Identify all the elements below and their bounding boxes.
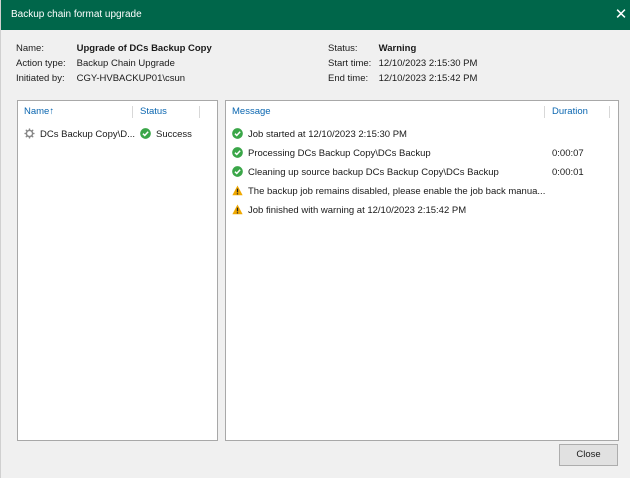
log-row[interactable]: Processing DCs Backup Copy\DCs Backup 0:… (232, 146, 612, 162)
log-row[interactable]: Cleaning up source backup DCs Backup Cop… (232, 165, 612, 181)
session-summary: Name: Upgrade of DCs Backup Copy Action … (16, 42, 630, 92)
status-value: Warning (378, 43, 417, 54)
column-divider[interactable] (199, 106, 200, 118)
end-time-value: 12/10/2023 2:15:42 PM (378, 73, 478, 84)
log-row[interactable]: Job started at 12/10/2023 2:15:30 PM (232, 127, 612, 143)
column-divider[interactable] (132, 106, 133, 118)
start-time-label: Start time: (328, 58, 372, 69)
column-header-message[interactable]: Message (232, 101, 271, 123)
success-icon (140, 128, 151, 139)
log-duration: 0:00:07 (552, 148, 584, 159)
success-icon (232, 128, 243, 139)
warning-icon (232, 185, 243, 196)
column-divider[interactable] (609, 106, 610, 118)
objects-panel[interactable]: Name↑ Status DCs Backup Copy\D... Succes… (17, 100, 218, 441)
log-panel[interactable]: Message Duration Job started at 12/10/20… (225, 100, 619, 441)
column-header-status[interactable]: Status (140, 101, 167, 123)
gear-icon (24, 128, 35, 139)
name-value: Upgrade of DCs Backup Copy (76, 43, 212, 54)
success-icon (232, 147, 243, 158)
object-row[interactable]: DCs Backup Copy\D... Success (24, 127, 210, 143)
close-button[interactable]: Close (559, 444, 618, 466)
close-icon[interactable]: ✕ (611, 5, 630, 25)
log-message: Job finished with warning at 12/10/2023 … (248, 205, 467, 216)
window-title: Backup chain format upgrade (11, 9, 142, 20)
title-bar: Backup chain format upgrade ✕ (1, 0, 630, 30)
column-header-duration[interactable]: Duration (552, 101, 588, 123)
start-time-value: 12/10/2023 2:15:30 PM (378, 58, 478, 69)
action-type-label: Action type: (16, 58, 66, 69)
action-type-value: Backup Chain Upgrade (76, 58, 175, 69)
log-row[interactable]: Job finished with warning at 12/10/2023 … (232, 203, 612, 219)
log-message: The backup job remains disabled, please … (248, 186, 546, 197)
column-header-name[interactable]: Name↑ (24, 101, 54, 123)
object-status: Success (156, 129, 192, 140)
log-message: Job started at 12/10/2023 2:15:30 PM (248, 129, 407, 140)
log-message: Cleaning up source backup DCs Backup Cop… (248, 167, 499, 178)
status-label: Status: (328, 43, 358, 54)
name-label: Name: (16, 43, 44, 54)
success-icon (232, 166, 243, 177)
warning-icon (232, 204, 243, 215)
initiated-by-value: CGY-HVBACKUP01\csun (76, 73, 186, 84)
dialog-window: Backup chain format upgrade ✕ Name: Upgr… (0, 0, 630, 478)
initiated-by-label: Initiated by: (16, 73, 65, 84)
log-row[interactable]: The backup job remains disabled, please … (232, 184, 612, 200)
end-time-label: End time: (328, 73, 369, 84)
object-name: DCs Backup Copy\D... (40, 129, 136, 140)
log-duration: 0:00:01 (552, 167, 584, 178)
column-divider[interactable] (544, 106, 545, 118)
log-message: Processing DCs Backup Copy\DCs Backup (248, 148, 431, 159)
sort-ascending-icon: ↑ (49, 106, 55, 117)
